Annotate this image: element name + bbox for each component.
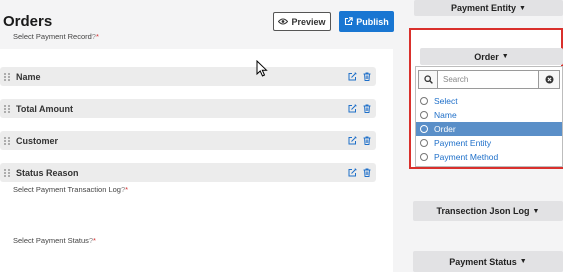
option-order[interactable]: Order <box>416 122 562 136</box>
edit-icon[interactable] <box>348 104 357 113</box>
radio-icon <box>420 111 428 119</box>
caret-down-icon: ▼ <box>519 258 527 265</box>
field-row-name[interactable]: Name <box>0 67 376 86</box>
trash-icon[interactable] <box>363 136 371 145</box>
radio-icon <box>420 153 428 161</box>
edit-icon[interactable] <box>348 72 357 81</box>
required-mark: * <box>95 32 99 41</box>
field-label: Status Reason <box>16 167 79 178</box>
payment-status-label: Select Payment Status?* <box>13 236 96 245</box>
trash-icon[interactable] <box>363 104 371 113</box>
publish-button[interactable]: Publish <box>339 11 394 32</box>
caret-down-icon: ▼ <box>532 207 540 215</box>
drag-handle-icon[interactable] <box>4 168 12 177</box>
publish-label: Publish <box>356 16 389 27</box>
caret-down-icon: ▼ <box>501 53 509 60</box>
payment-record-value: Order <box>474 51 499 62</box>
required-mark: * <box>93 236 96 245</box>
field-row-customer[interactable]: Customer <box>0 131 376 150</box>
payment-record-label: Select Payment Record?* <box>13 32 99 41</box>
payment-entity-value: Payment Entity <box>451 3 517 13</box>
field-row-status-reason[interactable]: Status Reason <box>0 163 376 182</box>
drag-handle-icon[interactable] <box>4 104 12 113</box>
radio-icon <box>420 97 428 105</box>
radio-icon <box>420 125 428 133</box>
dropdown-search <box>418 70 560 89</box>
option-name[interactable]: Name <box>416 108 562 122</box>
transaction-log-select[interactable]: Transection Json Log ▼ <box>413 201 563 221</box>
clear-icon <box>545 75 553 84</box>
external-link-icon <box>345 17 353 26</box>
mouse-cursor-icon <box>256 60 268 77</box>
edit-icon[interactable] <box>348 168 357 177</box>
option-payment-method[interactable]: Payment Method <box>416 150 562 164</box>
payment-entity-select[interactable]: Payment Entity ▼ <box>414 0 563 16</box>
field-label: Customer <box>16 135 59 146</box>
field-label: Total Amount <box>16 103 73 114</box>
option-payment-entity[interactable]: Payment Entity <box>416 136 562 150</box>
search-icon <box>418 70 437 89</box>
page-title: Orders <box>3 13 53 30</box>
preview-button[interactable]: Preview <box>273 12 331 31</box>
payment-record-select[interactable]: Order ▼ <box>420 48 563 65</box>
eye-icon <box>278 18 289 25</box>
caret-down-icon: ▼ <box>519 4 526 12</box>
edit-icon[interactable] <box>348 136 357 145</box>
drag-handle-icon[interactable] <box>4 136 12 145</box>
trash-icon[interactable] <box>363 72 371 81</box>
transaction-log-value: Transection Json Log <box>436 206 530 216</box>
required-mark: * <box>125 185 129 194</box>
clear-search-button[interactable] <box>539 70 560 89</box>
payment-status-value: Payment Status <box>449 256 517 267</box>
radio-icon <box>420 139 428 147</box>
transaction-log-label: Select Payment Transaction Log?* <box>13 185 129 194</box>
payment-status-select[interactable]: Payment Status ▼ <box>413 251 563 272</box>
option-select[interactable]: Select <box>416 94 562 108</box>
preview-label: Preview <box>291 16 326 27</box>
field-label: Name <box>16 71 41 82</box>
payment-record-dropdown: Select Name Order Payment Entity Payment… <box>415 66 563 167</box>
field-row-total-amount[interactable]: Total Amount <box>0 99 376 118</box>
drag-handle-icon[interactable] <box>4 72 12 81</box>
trash-icon[interactable] <box>363 168 371 177</box>
search-input[interactable] <box>437 70 539 89</box>
